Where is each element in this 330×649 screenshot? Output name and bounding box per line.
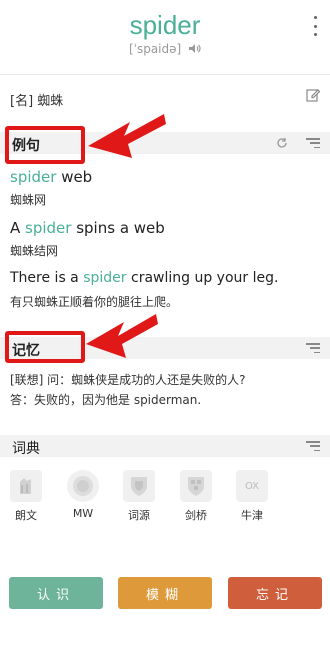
example-sentence: A spider spins a web (10, 219, 165, 237)
memory-line: [联想] 问：蜘蛛侠是成功的人还是失败的人? (10, 373, 246, 387)
phonetic-text: [ˈspaidə] (128, 42, 182, 56)
cambridge-icon[interactable] (180, 470, 212, 502)
merriam-webster-icon[interactable] (67, 470, 99, 502)
forget-button[interactable]: 忘记 (228, 577, 322, 609)
annotation-arrow-examples (88, 114, 166, 158)
dictionary-label: 牛津 (241, 509, 263, 522)
longman-icon[interactable] (10, 470, 42, 502)
dictionary-label: 剑桥 (185, 509, 207, 522)
dictionary-title: 词典 (12, 441, 40, 457)
word-title: spider (129, 10, 201, 40)
phonetic-row: [ˈspaidə] (0, 42, 330, 56)
example-translation: 蜘蛛网 (10, 193, 47, 207)
example-translation: 有只蜘蛛正顺着你的腿往上爬。 (10, 295, 179, 309)
divider (0, 74, 330, 75)
dictionary-label: 朗文 (15, 509, 37, 522)
example-translation: 蜘蛛结网 (10, 244, 59, 258)
refresh-icon[interactable] (276, 137, 288, 149)
sort-lines-icon[interactable] (306, 343, 320, 353)
memory-line: 答：失败的，因为他是 spiderman. (10, 393, 202, 407)
dictionary-label: MW (72, 507, 94, 520)
speaker-icon[interactable] (188, 43, 201, 54)
annotation-box-memory (5, 331, 85, 363)
more-menu-icon[interactable] (310, 16, 320, 36)
example-sentence: There is a spider crawling up your leg. (10, 270, 279, 286)
dictionary-section-bar (0, 435, 330, 457)
know-button[interactable]: 认识 (9, 577, 103, 609)
etymology-icon[interactable] (123, 470, 155, 502)
example-sentence: spider web (10, 168, 93, 186)
vague-button[interactable]: 模糊 (118, 577, 212, 609)
dictionary-label: 词源 (128, 509, 150, 522)
edit-icon[interactable] (306, 88, 320, 102)
sort-lines-icon[interactable] (306, 138, 320, 148)
sort-lines-icon[interactable] (306, 441, 320, 451)
annotation-arrow-memory (86, 314, 158, 358)
memory-text: [联想] 问：蜘蛛侠是成功的人还是失败的人? 答：失败的，因为他是 spider… (10, 370, 246, 410)
definition: [名] 蜘蛛 (10, 94, 64, 109)
annotation-box-examples (5, 126, 85, 164)
oxford-icon[interactable]: OX (236, 470, 268, 502)
